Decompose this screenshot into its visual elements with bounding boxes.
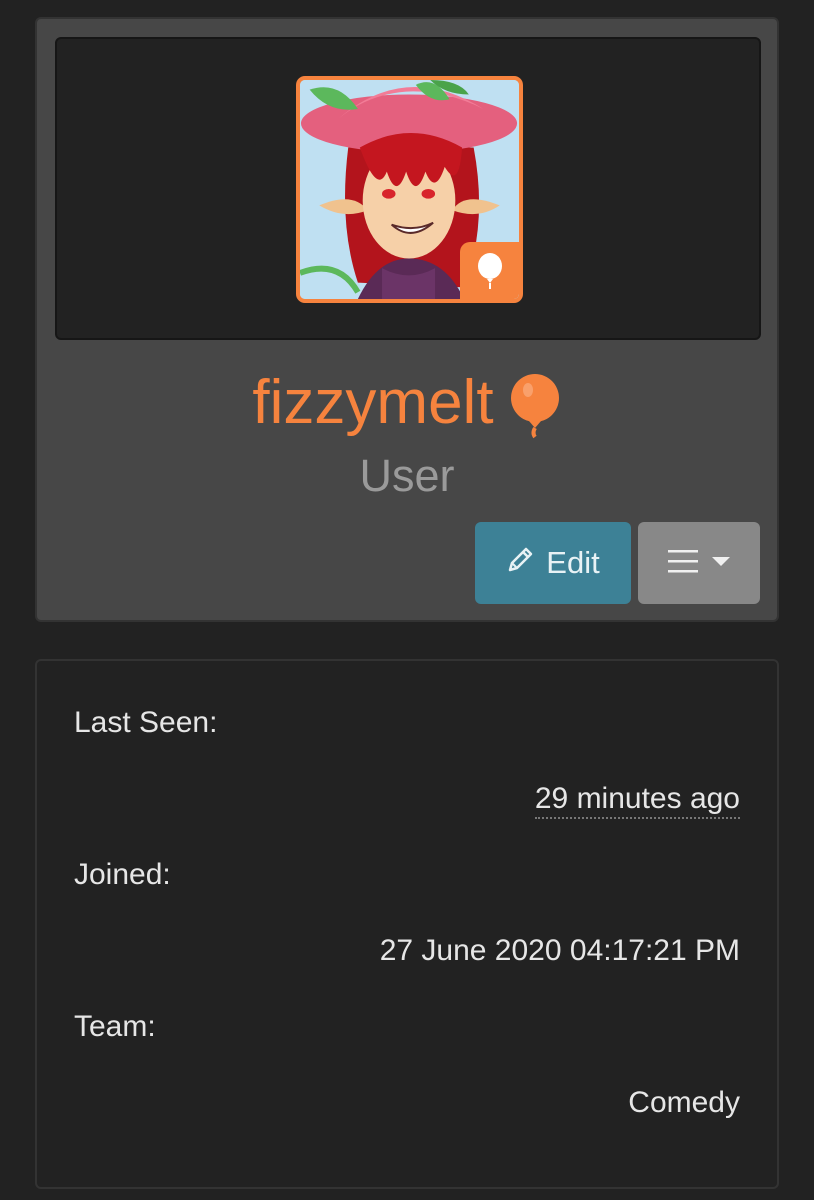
profile-banner [55,37,761,340]
balloon-icon [508,373,562,439]
profile-menu-button[interactable] [638,522,760,604]
profile-info-card: Last Seen: 29 minutes ago Joined: 27 Jun… [35,659,779,1189]
supporter-badge [460,242,519,299]
team-value: Comedy [628,1086,740,1119]
last-seen-label: Last Seen: [74,706,218,739]
username: fizzymelt [252,368,494,437]
last-seen-value[interactable]: 29 minutes ago [534,782,740,819]
user-role: User [359,450,455,501]
balloon-icon [475,252,505,290]
edit-button[interactable]: Edit [475,522,631,604]
team-label: Team: [74,1010,156,1043]
joined-value: 27 June 2020 04:17:21 PM [379,934,740,967]
pencil-icon [506,544,536,582]
user-avatar[interactable] [296,76,523,303]
hamburger-icon [668,549,698,578]
profile-card: fizzymelt User Edit [35,17,779,622]
username-row: fizzymelt [37,367,777,439]
joined-label: Joined: [74,858,171,891]
caret-down-icon [712,554,730,572]
edit-button-label: Edit [546,545,600,580]
